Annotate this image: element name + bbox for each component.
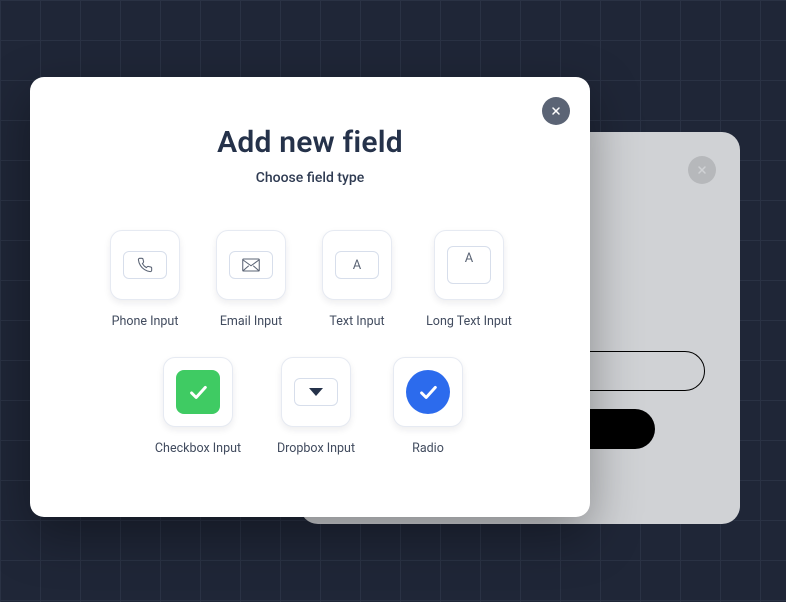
field-label: Long Text Input: [426, 314, 512, 329]
field-label: Phone Input: [112, 314, 179, 329]
text-tile: A: [322, 230, 392, 300]
phone-tile: [110, 230, 180, 300]
chevron-down-icon: [309, 388, 323, 396]
email-icon: [229, 251, 273, 279]
field-label: Radio: [412, 441, 444, 456]
text-icon: A: [335, 251, 379, 279]
field-label: Dropbox Input: [277, 441, 355, 456]
phone-icon: [123, 251, 167, 279]
radio-tile: [393, 357, 463, 427]
field-option-radio[interactable]: Radio: [389, 357, 467, 456]
radio-icon: [406, 370, 450, 414]
field-label: Checkbox Input: [155, 441, 241, 456]
checkbox-icon: [176, 370, 220, 414]
field-option-dropbox[interactable]: Dropbox Input: [271, 357, 361, 456]
field-option-phone[interactable]: Phone Input: [106, 230, 184, 329]
field-option-checkbox[interactable]: Checkbox Input: [153, 357, 243, 456]
background-card-close-button[interactable]: [688, 156, 716, 184]
dropdown-icon: [294, 378, 338, 406]
field-label: Email Input: [220, 314, 282, 329]
modal-title: Add new field: [70, 125, 550, 160]
email-tile: [216, 230, 286, 300]
dropbox-tile: [281, 357, 351, 427]
close-button[interactable]: [542, 97, 570, 125]
field-label: Text Input: [329, 314, 384, 329]
field-option-long-text[interactable]: A Long Text Input: [424, 230, 514, 329]
long-text-tile: A: [434, 230, 504, 300]
field-option-email[interactable]: Email Input: [212, 230, 290, 329]
modal-subtitle: Choose field type: [70, 170, 550, 186]
field-option-text[interactable]: A Text Input: [318, 230, 396, 329]
field-type-grid: Phone Input Email Input A Text Input A L…: [70, 230, 550, 456]
add-field-modal: Add new field Choose field type Phone In…: [30, 77, 590, 517]
checkbox-tile: [163, 357, 233, 427]
long-text-icon: A: [447, 246, 491, 284]
